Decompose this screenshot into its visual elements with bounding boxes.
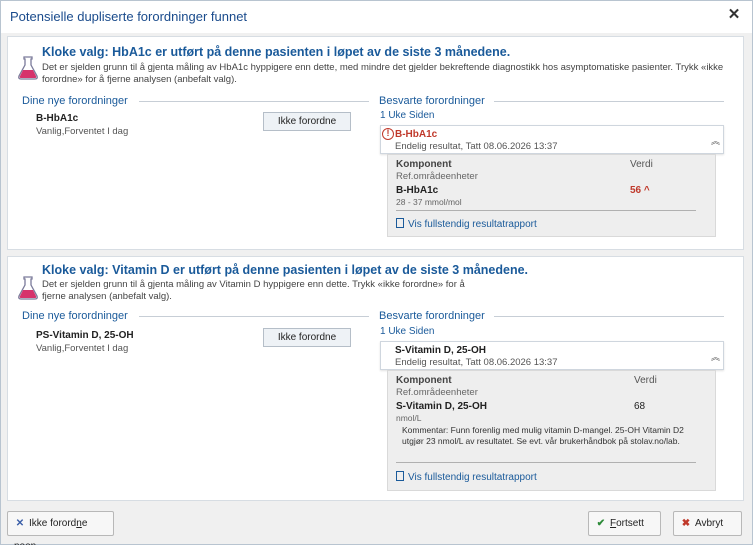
test-reference-range: nmol/L (396, 413, 422, 423)
ref-header: Ref.områdeenheter (396, 171, 478, 182)
section-divider (494, 101, 724, 102)
answered-orders-label: Besvarte forordninger (379, 95, 485, 107)
result-age: 1 Uke Siden (380, 110, 435, 121)
close-icon[interactable]: ✕ (726, 7, 742, 23)
result-header[interactable]: ! B-HbA1c Endelig resultat, Tatt 08.06.2… (380, 125, 724, 154)
result-name: S-Vitamin D, 25-OH (395, 345, 486, 356)
value-header: Verdi (634, 375, 657, 386)
document-icon (396, 218, 404, 228)
new-order-details: Vanlig,Forventet I dag (36, 126, 129, 137)
dialog-title: Potensielle dupliserte forordninger funn… (10, 9, 248, 24)
result-age: 1 Uke Siden (380, 326, 435, 337)
new-order-name: B-HbA1c (36, 113, 79, 124)
chevron-double-up-icon[interactable]: ︽ (711, 134, 720, 147)
new-orders-label: Dine nye forordninger (22, 95, 128, 107)
flask-icon (18, 276, 38, 300)
card-heading: Kloke valg: HbA1c er utført på denne pas… (42, 45, 511, 59)
close-icon: ✕ (15, 518, 25, 529)
section-divider (494, 316, 724, 317)
full-report-link[interactable]: Vis fullstendig resultatrapport (396, 471, 537, 483)
result-details: Komponent Verdi Ref.områdeenheter B-HbA1… (387, 154, 716, 237)
answered-orders-label: Besvarte forordninger (379, 310, 485, 322)
new-orders-label: Dine nye forordninger (22, 310, 128, 322)
close-icon: ✖ (681, 518, 691, 529)
result-details: Komponent Verdi Ref.områdeenheter S-Vita… (387, 370, 716, 491)
checkmark-icon: ✔ (596, 518, 606, 529)
ikke-forordne-button[interactable]: Ikke forordne (263, 112, 351, 131)
test-name: S-Vitamin D, 25-OH (396, 401, 487, 412)
component-header: Komponent (396, 159, 452, 170)
duplicate-orders-dialog: Potensielle dupliserte forordninger funn… (0, 0, 753, 545)
result-divider (396, 462, 696, 463)
result-header[interactable]: S-Vitamin D, 25-OH Endelig resultat, Tat… (380, 341, 724, 370)
high-flag-icon: ^ (643, 185, 650, 196)
result-status: Endelig resultat, Tatt 08.06.2026 13:37 (395, 141, 558, 152)
chevron-double-up-icon[interactable]: ︽ (711, 350, 720, 363)
ref-header: Ref.områdeenheter (396, 387, 478, 398)
ikke-forordne-noen-button[interactable]: ✕Ikke forordne noen (7, 511, 114, 545)
test-value: 56 ^ (630, 185, 650, 196)
result-status: Endelig resultat, Tatt 08.06.2026 13:37 (395, 357, 558, 368)
dialog-titlebar: Potensielle dupliserte forordninger funn… (1, 1, 752, 33)
duplicate-card-hba1c: Kloke valg: HbA1c er utført på denne pas… (7, 36, 744, 250)
component-header: Komponent (396, 375, 452, 386)
result-name: B-HbA1c (395, 129, 438, 140)
flask-icon (18, 56, 38, 80)
alert-circle-icon: ! (382, 128, 394, 140)
document-icon (396, 471, 404, 481)
value-header: Verdi (630, 159, 653, 170)
result-comment: Kommentar: Funn forenlig med mulig vitam… (402, 425, 684, 446)
full-report-link[interactable]: Vis fullstendig resultatrapport (396, 218, 537, 230)
test-name: B-HbA1c (396, 185, 439, 196)
section-divider (139, 101, 369, 102)
card-heading: Kloke valg: Vitamin D er utført på denne… (42, 263, 529, 277)
test-value: 68 (634, 401, 646, 412)
avbryt-button[interactable]: ✖ Avbryt (673, 511, 742, 536)
new-order-details: Vanlig,Forventet I dag (36, 343, 129, 354)
ikke-forordne-button[interactable]: Ikke forordne (263, 328, 351, 347)
test-reference-range: 28 - 37 mmol/mol (396, 197, 462, 207)
result-divider (396, 210, 696, 211)
card-description: Det er sjelden grunn til å gjenta måling… (42, 62, 724, 85)
section-divider (139, 316, 369, 317)
fortsett-button[interactable]: ✔ Fortsett (588, 511, 661, 536)
new-order-name: PS-Vitamin D, 25-OH (36, 330, 134, 341)
card-description: Det er sjelden grunn til å gjenta måling… (42, 279, 465, 302)
duplicate-card-vitamin-d: Kloke valg: Vitamin D er utført på denne… (7, 256, 744, 501)
